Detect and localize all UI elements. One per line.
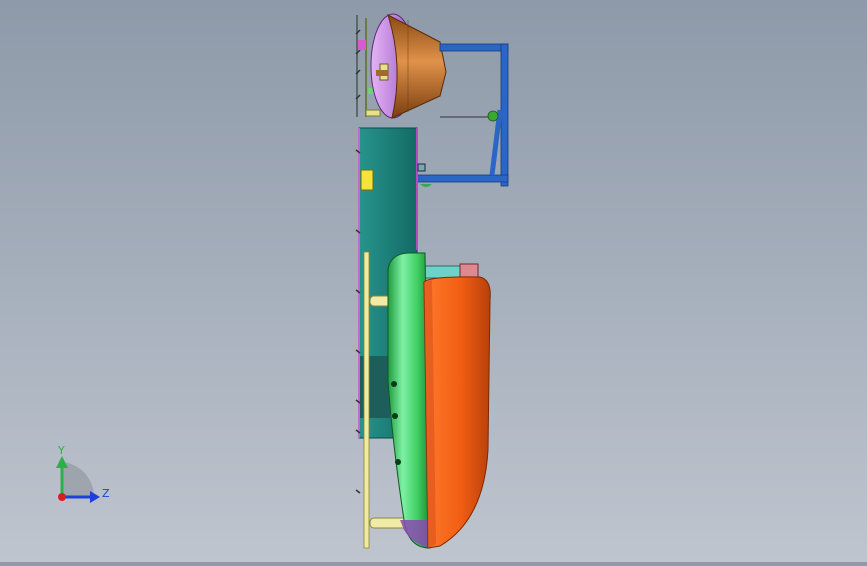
cad-viewport[interactable]: Y Z: [0, 0, 867, 562]
coordinate-triad: Y Z: [56, 444, 110, 503]
z-axis-label: Z: [102, 487, 110, 500]
y-axis-label: Y: [57, 444, 65, 457]
upper-cone-assembly[interactable]: [355, 13, 447, 119]
origin-marker: [58, 493, 66, 501]
top-connector[interactable]: [424, 263, 479, 279]
orange-hull[interactable]: [423, 276, 491, 549]
